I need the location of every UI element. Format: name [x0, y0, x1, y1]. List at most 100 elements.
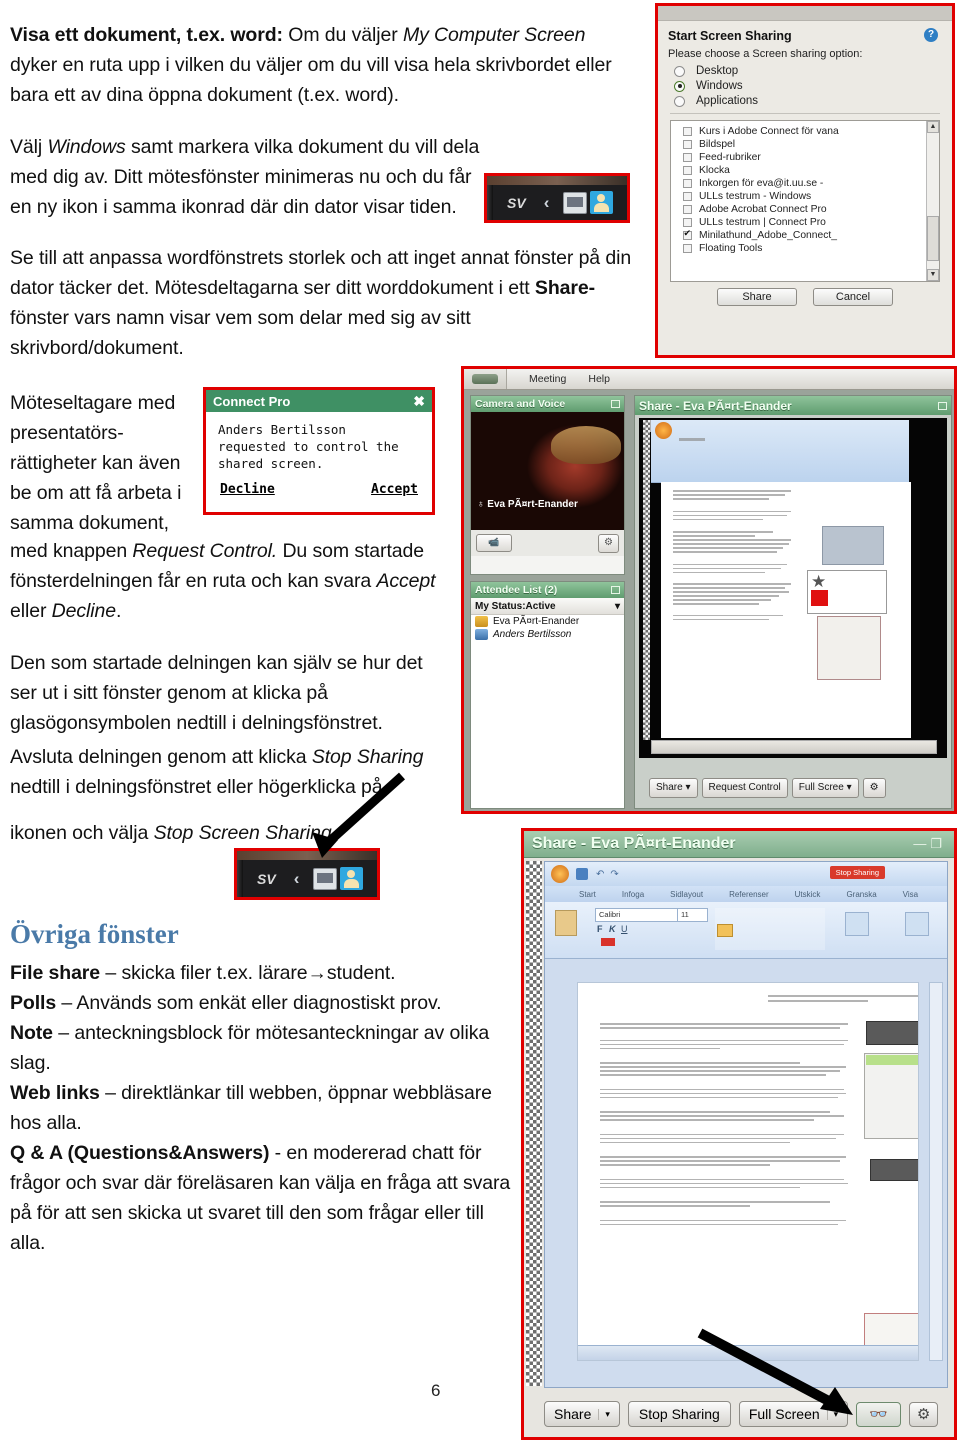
connect-pro-app-screenshot[interactable]: Meeting Help Camera and Voice ♁ Eva PÃ¤r…	[461, 366, 957, 814]
attendee-list-pod[interactable]: Attendee List (2) My Status:Active ▾ Eva…	[470, 581, 625, 809]
taskbar-icon-snippet-top[interactable]: SV ‹	[484, 173, 630, 223]
window-list[interactable]: Kurs i Adobe Connect för vana Bildspel F…	[670, 120, 940, 282]
undo-icon[interactable]: ↶	[596, 869, 604, 880]
radio-option-windows[interactable]: Windows	[674, 80, 942, 92]
list-item[interactable]: Adobe Acrobat Connect Pro	[677, 203, 925, 216]
checkbox-icon[interactable]	[683, 244, 692, 253]
gear-icon[interactable]: ⚙	[862, 778, 886, 798]
stop-sharing-badge[interactable]: Stop Sharing	[829, 866, 885, 879]
redo-icon[interactable]: ↷	[610, 869, 618, 880]
decline-button[interactable]: Decline	[220, 482, 275, 497]
word-ribbon-tabs[interactable]: Start Infoga Sidlayout Referenser Utskic…	[545, 886, 947, 902]
list-item[interactable]: Klocka	[677, 164, 925, 177]
scroll-down-icon[interactable]: ▼	[927, 269, 939, 281]
radio-applications-icon[interactable]	[674, 95, 685, 107]
screen-share-icon[interactable]	[313, 867, 338, 890]
checkbox-icon[interactable]	[683, 166, 692, 175]
my-status-row[interactable]: My Status:Active ▾	[471, 598, 624, 615]
radio-windows-icon[interactable]	[674, 80, 685, 92]
list-item[interactable]: Floating Tools	[677, 242, 925, 255]
checkbox-icon[interactable]	[683, 153, 692, 162]
close-icon[interactable]: ✖	[413, 393, 425, 410]
share-pod-toolbar[interactable]: Share ▾ Request Control Full Scree ▾ ⚙	[649, 778, 886, 798]
connect-user-icon[interactable]	[590, 191, 614, 214]
ribbon-tab-utskick[interactable]: Utskick	[795, 890, 821, 899]
checkbox-icon[interactable]	[683, 218, 692, 227]
connect-user-icon[interactable]	[340, 867, 364, 890]
underline-icon[interactable]: U	[621, 924, 628, 934]
checkbox-icon[interactable]	[683, 179, 692, 188]
share-button[interactable]: Share	[717, 288, 797, 306]
bold-icon[interactable]: F	[597, 924, 603, 934]
ribbon-tab-start[interactable]: Start	[579, 890, 596, 899]
italic-icon[interactable]: K	[609, 924, 616, 934]
help-icon[interactable]: ?	[924, 28, 938, 42]
attendee-row[interactable]: Anders Bertilsson	[471, 628, 624, 641]
language-indicator[interactable]: SV	[507, 195, 526, 211]
save-icon[interactable]	[576, 868, 588, 880]
radio-option-applications[interactable]: Applications	[674, 95, 942, 107]
camera-mic-toggle-icon[interactable]: 📹	[476, 534, 512, 552]
gear-icon[interactable]: ⚙	[908, 1401, 939, 1427]
start-screen-sharing-dialog[interactable]: Start Screen Sharing ? Please choose a S…	[655, 3, 955, 358]
chevron-down-icon[interactable]: ▾	[685, 782, 690, 793]
paste-icon[interactable]	[555, 910, 577, 936]
list-item[interactable]: ULLs testrum - Windows	[677, 190, 925, 203]
full-screen-button[interactable]: Full Scree ▾	[791, 778, 859, 798]
list-item[interactable]: ULLs testrum | Connect Pro	[677, 216, 925, 229]
share-button[interactable]: Share ▾	[544, 1401, 620, 1427]
checkbox-icon[interactable]	[683, 140, 692, 149]
taskbar-grip[interactable]	[487, 185, 493, 220]
editing-group-icon[interactable]	[905, 912, 929, 936]
word-window[interactable]: ↶ ↷ Stop Sharing Start Infoga Sidlayout …	[544, 861, 948, 1388]
maximize-icon[interactable]	[611, 586, 620, 594]
chevron-down-icon[interactable]: ▾	[598, 1408, 610, 1420]
menu-item-meeting[interactable]: Meeting	[529, 373, 566, 385]
chevron-left-icon[interactable]: ‹	[294, 869, 300, 889]
share-pod[interactable]: Share - Eva PÃ¤rt-Enander ★ Share ▾ Requ…	[634, 395, 952, 809]
connect-pro-request-dialog[interactable]: Connect Pro ✖ Anders Bertilsson requeste…	[203, 387, 435, 515]
ribbon-tab-sidlayout[interactable]: Sidlayout	[670, 890, 703, 899]
request-control-button[interactable]: Request Control	[701, 778, 788, 798]
minimize-icon[interactable]: —	[913, 836, 930, 851]
font-size-box[interactable]: 11	[677, 908, 708, 922]
font-color-icon[interactable]	[601, 938, 615, 946]
list-item-selected[interactable]: Minilathund_Adobe_Connect_	[677, 228, 925, 242]
camera-and-voice-pod[interactable]: Camera and Voice ♁ Eva PÃ¤rt-Enander 📹 ⚙	[470, 395, 625, 575]
list-scrollbar[interactable]: ▲ ▼	[926, 121, 939, 281]
checkbox-checked-icon[interactable]	[683, 228, 692, 240]
share-button[interactable]: Share ▾	[649, 778, 698, 798]
chevron-left-icon[interactable]: ‹	[544, 193, 550, 213]
styles-group-icon[interactable]	[845, 912, 869, 936]
ribbon-tab-visa[interactable]: Visa	[903, 890, 918, 899]
gear-icon[interactable]: ⚙	[598, 533, 619, 553]
chevron-down-icon[interactable]: ▾	[615, 601, 620, 612]
checkbox-icon[interactable]	[683, 192, 692, 201]
ribbon-tab-referenser[interactable]: Referenser	[729, 890, 769, 899]
radio-option-desktop[interactable]: Desktop	[674, 65, 942, 77]
accept-button[interactable]: Accept	[371, 482, 418, 497]
word-vertical-scrollbar[interactable]	[929, 982, 943, 1361]
chevron-down-icon[interactable]: ▾	[847, 782, 852, 793]
ribbon-tab-granska[interactable]: Granska	[846, 890, 876, 899]
checkbox-icon[interactable]	[683, 127, 692, 136]
maximize-icon[interactable]	[938, 401, 947, 410]
ribbon-tab-infoga[interactable]: Infoga	[622, 890, 644, 899]
scrollbar-thumb[interactable]	[927, 216, 939, 261]
camera-toolbar[interactable]: 📹 ⚙	[471, 530, 624, 556]
menu-item-help[interactable]: Help	[588, 373, 610, 385]
shared-screen-view[interactable]: ★	[639, 418, 947, 758]
language-indicator[interactable]: SV	[257, 871, 276, 887]
list-item[interactable]: Feed-rubriker	[677, 151, 925, 164]
font-name-box[interactable]: Calibri	[595, 908, 678, 922]
cancel-button[interactable]: Cancel	[813, 288, 893, 306]
word-ribbon-body[interactable]: Calibri 11 F K U	[545, 902, 947, 959]
office-orb-icon[interactable]	[551, 865, 569, 883]
app-menubar[interactable]: Meeting Help	[464, 369, 954, 390]
checkbox-icon[interactable]	[683, 205, 692, 214]
align-left-active-icon[interactable]	[717, 924, 733, 937]
attendee-row[interactable]: Eva PÃ¤rt-Enander	[471, 615, 624, 628]
scroll-up-icon[interactable]: ▲	[927, 121, 939, 133]
maximize-icon[interactable]: ❐	[930, 836, 946, 851]
screen-share-icon[interactable]	[563, 191, 588, 214]
